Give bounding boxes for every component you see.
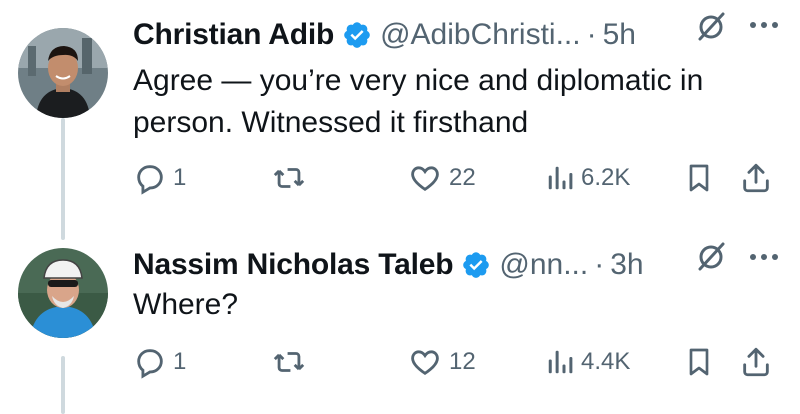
views-count: 4.4K [581,348,631,375]
author-name[interactable]: Christian Adib [133,18,334,52]
share-button[interactable] [739,158,773,198]
tweet-text-line: Where? [133,288,239,321]
bookmark-button[interactable] [683,158,715,198]
tweet-text: Where? [133,284,783,326]
views-icon [548,166,573,190]
like-icon [411,166,439,191]
bookmark-button[interactable] [683,342,715,382]
bookmark-icon [689,348,709,376]
like-count: 12 [449,348,476,375]
retweet-button[interactable] [271,158,307,198]
retweet-button[interactable] [271,342,307,382]
tweet[interactable]: Christian Adib @AdibChristi... · 5h Agre… [0,0,800,210]
views-icon [548,350,573,374]
views-button[interactable]: 6.2K [545,158,630,198]
reply-button[interactable]: 1 [133,342,186,382]
share-button[interactable] [739,342,773,382]
verified-badge-icon[interactable] [461,250,491,280]
share-icon [743,347,769,377]
views-count: 6.2K [581,164,631,191]
avatar[interactable] [18,248,108,338]
retweet-icon [273,168,305,188]
retweet-icon [273,352,305,372]
tweet-text-line: Agree — you’re very nice and diplomatic … [133,64,704,97]
author-handle[interactable]: @nn... [499,248,588,282]
author-name[interactable]: Nassim Nicholas Taleb [133,248,454,282]
reply-count: 1 [173,164,187,191]
bookmark-icon [689,164,709,192]
tweet-actions: 1 12 4.4K [133,342,783,382]
like-button[interactable]: 12 [407,342,476,382]
more-icon[interactable] [746,240,782,274]
share-icon [743,163,769,193]
timestamp[interactable]: 3h [610,248,643,282]
reply-icon [137,165,163,195]
reply-icon [137,349,163,379]
reply-button[interactable]: 1 [133,158,186,198]
like-button[interactable]: 22 [407,158,476,198]
tweet[interactable]: Nassim Nicholas Taleb @nn... · 3h Where?… [0,236,800,414]
avatar[interactable] [18,28,108,118]
like-count: 22 [449,164,476,191]
grok-icon[interactable] [694,10,728,44]
tweet-text-line: person. Witnessed it firsthand [133,106,529,139]
tweet-actions: 1 22 6.2K [133,158,783,198]
tweet-text: Agree — you’re very nice and diplomatic … [133,60,783,144]
like-icon [411,350,439,375]
separator-dot: · [586,18,597,51]
author-handle[interactable]: @AdibChristi... [380,18,581,52]
reply-count: 1 [173,348,187,375]
more-icon[interactable] [746,8,782,42]
grok-icon[interactable] [694,240,728,274]
timestamp[interactable]: 5h [603,18,636,52]
separator-dot: · [594,248,605,281]
views-button[interactable]: 4.4K [545,342,630,382]
verified-badge-icon[interactable] [342,20,372,50]
